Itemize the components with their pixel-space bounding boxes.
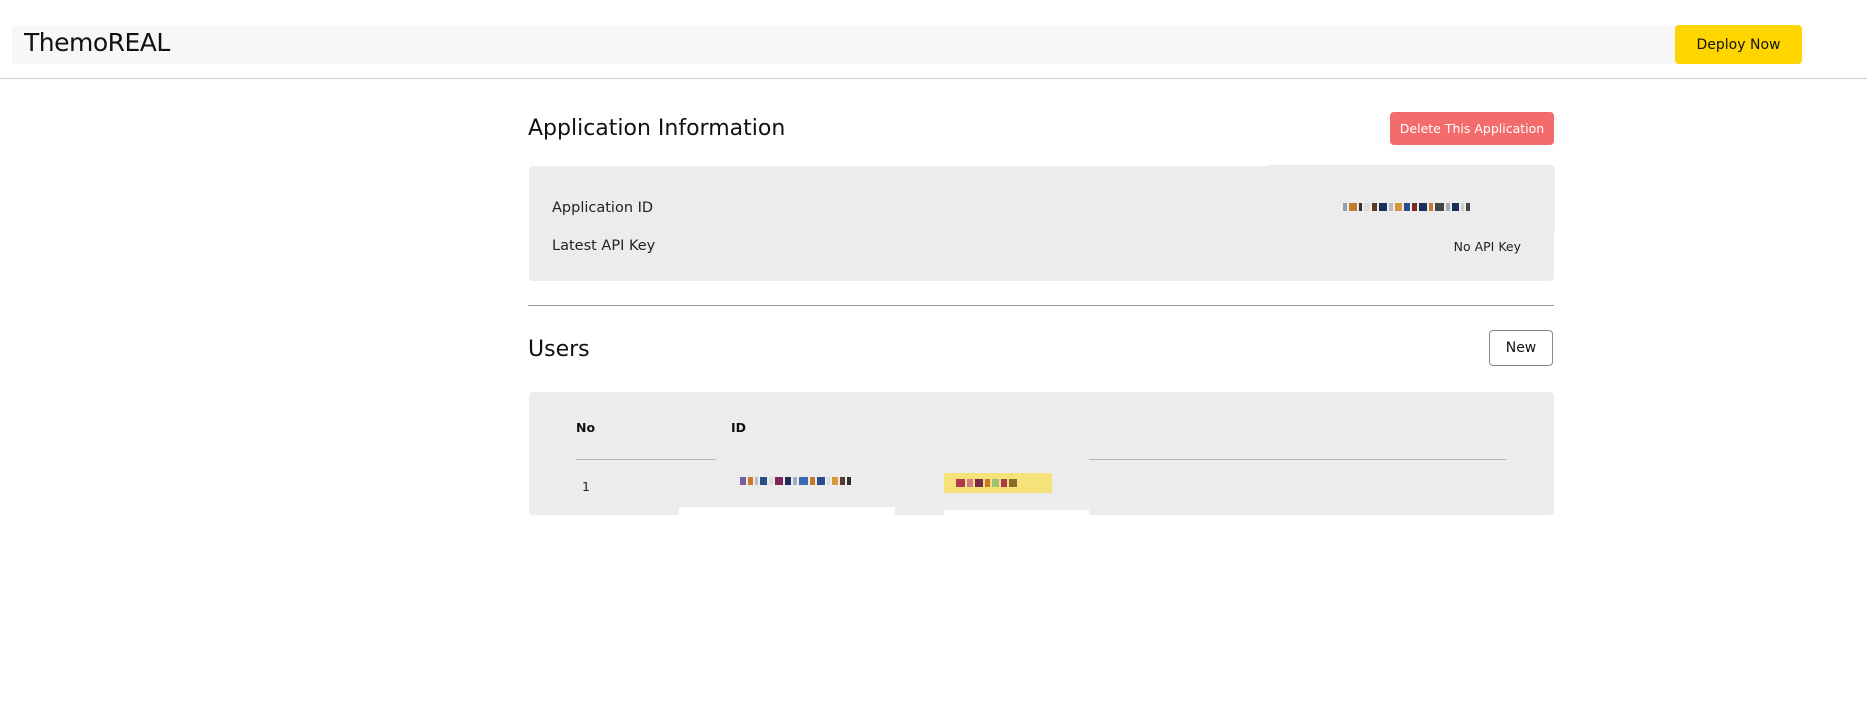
new-user-button[interactable]: New (1489, 330, 1553, 366)
column-header-id: ID (731, 420, 747, 435)
application-id-label: Application ID (552, 200, 654, 216)
brand-logo-text[interactable]: ThemoREAL (24, 28, 170, 57)
card-notch (944, 510, 1089, 519)
table-header-rule (1089, 459, 1506, 460)
column-header-no: No (576, 420, 596, 435)
user-id-value-redacted[interactable] (740, 476, 851, 486)
latest-api-key-label: Latest API Key (552, 238, 656, 254)
application-information-title: Application Information (528, 116, 786, 141)
delete-application-button[interactable]: Delete This Application (1390, 112, 1554, 145)
table-header-rule (576, 459, 716, 460)
application-info-card-tab (1266, 165, 1555, 233)
users-title: Users (528, 337, 590, 362)
deploy-now-button[interactable]: Deploy Now (1675, 25, 1802, 64)
row-number: 1 (582, 479, 590, 494)
application-id-value-redacted (1343, 202, 1470, 212)
top-bar (12, 26, 1802, 64)
users-table-card (529, 392, 1554, 515)
header-divider (0, 78, 1867, 79)
section-divider (528, 305, 1554, 306)
latest-api-key-value: No API Key (1453, 239, 1521, 254)
card-notch (679, 507, 895, 516)
user-id-suffix-redacted (956, 478, 1017, 488)
